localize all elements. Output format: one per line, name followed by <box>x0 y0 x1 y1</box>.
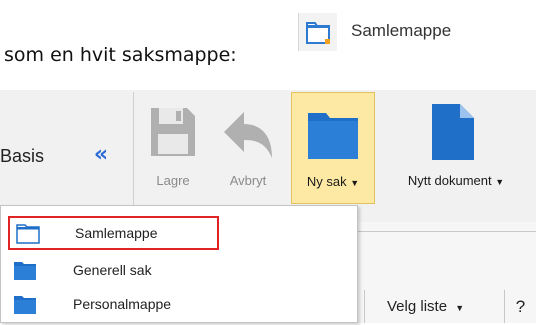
menu-item-personalmappe[interactable]: Personalmappe <box>5 288 345 321</box>
new-document-button[interactable]: Nytt dokument ▼ <box>382 92 530 204</box>
intro-text: som en hvit saksmappe: <box>4 44 237 66</box>
ribbon-separator <box>133 92 134 207</box>
white-folder-icon <box>16 224 40 244</box>
collapse-ribbon-button[interactable]: « <box>84 141 118 169</box>
menu-item-label: Generell sak <box>73 262 152 278</box>
folder-icon <box>14 296 36 314</box>
new-case-button[interactable]: Ny sak ▼ <box>291 92 375 204</box>
document-icon <box>432 104 474 160</box>
save-button[interactable]: Lagre <box>140 92 206 204</box>
menu-item-generell-sak[interactable]: Generell sak <box>5 254 345 287</box>
new-case-menu: Samlemappe Generell sak Personalmappe <box>0 205 358 323</box>
menu-item-label: Samlemappe <box>75 225 158 241</box>
new-document-button-label: Nytt dokument ▼ <box>382 173 530 188</box>
ribbon-section-label: Basis <box>0 146 45 166</box>
chevron-down-icon: ▼ <box>495 177 505 187</box>
new-case-label-text: Ny sak <box>306 174 347 189</box>
select-list-dropdown[interactable]: Velg liste ▼ <box>364 290 504 323</box>
select-list-label: Velg liste <box>387 298 448 315</box>
new-document-label-text: Nytt dokument <box>407 173 492 188</box>
chevron-down-icon: ▼ <box>350 178 360 188</box>
new-case-button-label: Ny sak ▼ <box>292 174 374 189</box>
folder-icon <box>14 262 36 280</box>
help-button[interactable]: ? <box>504 290 536 323</box>
folder-icon <box>308 113 358 159</box>
white-folder-icon <box>306 22 330 44</box>
save-button-label: Lagre <box>156 173 190 188</box>
cancel-button[interactable]: Avbryt <box>214 92 282 204</box>
save-icon <box>151 108 195 156</box>
intro-folder-preview <box>298 13 337 51</box>
intro-folder-label: Samlemappe <box>351 21 452 40</box>
undo-icon <box>224 112 272 158</box>
menu-item-samlemappe[interactable]: Samlemappe <box>8 216 219 250</box>
menu-item-label: Personalmappe <box>73 296 172 312</box>
chevron-down-icon: ▼ <box>455 303 465 313</box>
cancel-button-label: Avbryt <box>229 173 267 188</box>
